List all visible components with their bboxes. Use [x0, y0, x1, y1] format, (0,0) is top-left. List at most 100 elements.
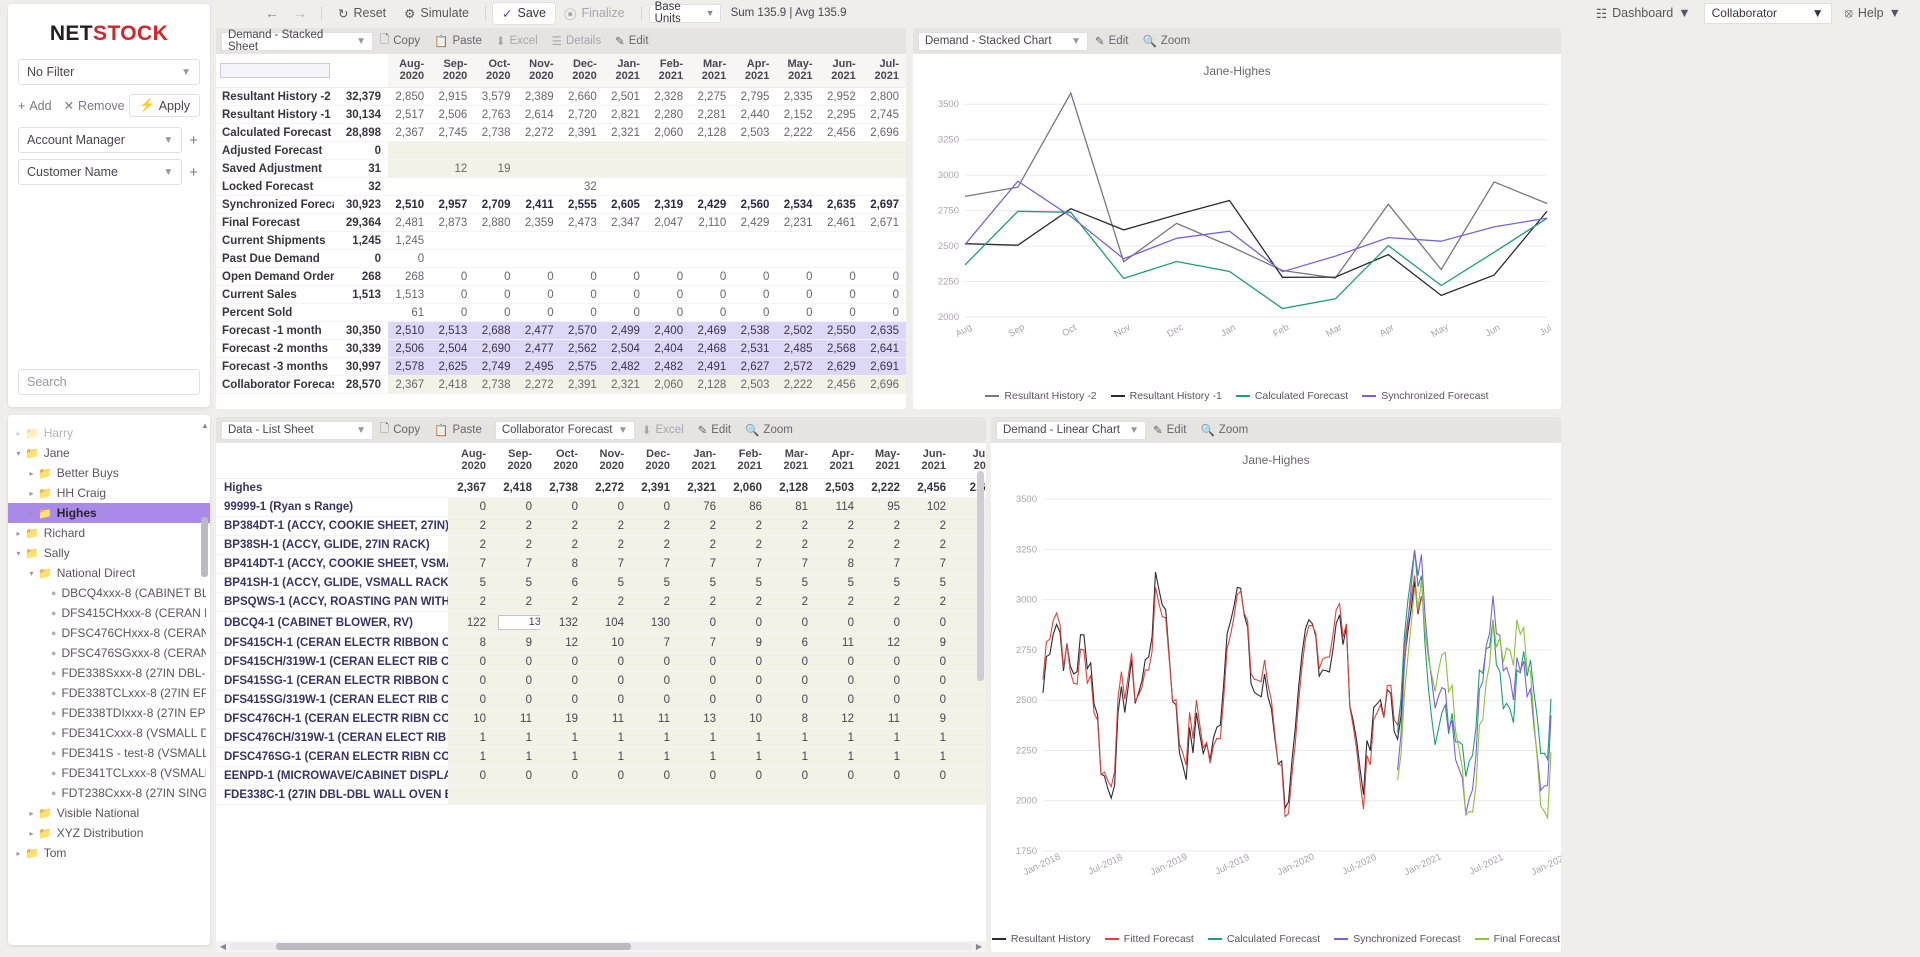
grid-cell[interactable]: 2,506 [388, 339, 432, 358]
list-vertical-scrollbar[interactable] [977, 469, 984, 909]
grid-cell[interactable]: 11 [862, 709, 908, 729]
list-column-header[interactable]: Oct-2020 [540, 443, 586, 479]
grid-cell[interactable]: 2,499 [603, 321, 647, 340]
grid-cell[interactable]: 0 [816, 690, 862, 710]
list-column-header[interactable]: Apr-2021 [816, 443, 862, 479]
grid-cell[interactable]: 2 [494, 592, 540, 612]
grid-cell[interactable]: 2,321 [678, 478, 724, 498]
grid-cell[interactable]: 0 [724, 766, 770, 786]
grid-cell[interactable]: 9 [908, 633, 954, 653]
grid-cell[interactable] [908, 785, 954, 805]
grid-cell[interactable]: 8 [448, 633, 494, 653]
grid-cell[interactable]: 0 [474, 267, 518, 286]
grid-cell[interactable] [448, 785, 494, 805]
grid-cell[interactable]: 2,429 [733, 213, 777, 232]
grid-cell[interactable]: 0 [776, 267, 820, 286]
grid-cell[interactable] [690, 177, 734, 196]
grid-cell[interactable]: 0 [540, 652, 586, 672]
grid-cell[interactable] [862, 141, 906, 160]
grid-cell[interactable] [862, 249, 906, 268]
grid-cell[interactable]: 2,404 [646, 339, 691, 358]
grid-cell[interactable]: 2,391 [560, 375, 604, 394]
grid-cell[interactable]: 0 [770, 652, 816, 672]
grid-cell[interactable]: 0 [690, 267, 734, 286]
grid-cell[interactable]: 0 [770, 671, 816, 691]
table-row[interactable]: Adjusted Forecast 0 [216, 141, 906, 160]
grid-cell[interactable] [517, 231, 561, 250]
grid-cell[interactable]: 2,671 [862, 213, 906, 232]
grid-cell[interactable]: 2,231 [776, 213, 820, 232]
grid-cell[interactable]: 0 [733, 267, 777, 286]
grid-cell[interactable]: 1 [632, 728, 678, 748]
grid-cell[interactable]: 2,538 [733, 321, 777, 340]
grid-cell[interactable]: 2,800 [862, 87, 906, 106]
grid-cell[interactable]: 0 [646, 285, 691, 304]
grid-cell[interactable]: 0 [586, 652, 632, 672]
grid-cell[interactable]: 0 [776, 285, 820, 304]
grid-cell[interactable]: 8 [540, 554, 586, 574]
grid-cell[interactable]: 2,359 [517, 213, 561, 232]
grid-cell[interactable]: 0 [517, 303, 561, 322]
grid-cell[interactable]: 1 [448, 728, 494, 748]
finalize-button[interactable]: ⦿ Finalize [555, 1, 634, 26]
grid-cell[interactable] [724, 785, 770, 805]
grid-cell[interactable]: 2,575 [560, 357, 604, 376]
stacked-sheet-select[interactable]: Demand - Stacked Sheet ▼ [221, 29, 373, 53]
grid-cell[interactable]: 0 [431, 285, 475, 304]
grid-cell[interactable]: 7 [632, 554, 678, 574]
grid-cell[interactable]: 0 [474, 303, 518, 322]
grid-cell[interactable]: 0 [560, 267, 604, 286]
grid-cell[interactable] [776, 249, 820, 268]
tree-node[interactable]: ● FDE341S - test-8 (VSMALL DBL-DBL W [8, 743, 210, 763]
table-row[interactable]: Current Sales 1,513 1,513 0 0 0 0 0 0 0 0 0 0 0 [216, 285, 906, 304]
excel-button[interactable]: ⬇ Excel [489, 32, 545, 50]
grid-cell[interactable]: 2 [494, 516, 540, 536]
grid-cell[interactable] [586, 785, 632, 805]
grid-cell[interactable]: 5 [494, 573, 540, 593]
grid-cell[interactable]: 2,272 [517, 123, 561, 142]
grid-cell[interactable]: 2,502 [776, 321, 820, 340]
grid-cell[interactable]: 0 [517, 285, 561, 304]
save-button[interactable]: ✓ Save [493, 2, 555, 24]
simulate-button[interactable]: ⚙ Simulate [395, 3, 478, 24]
list-item[interactable]: DFSC476CH-1 (CERAN ELECTR RIBN COOKTO)10… [216, 709, 986, 729]
tree-caret-icon[interactable]: ▾ [12, 449, 25, 458]
column-header[interactable]: Jun-2021 [819, 54, 863, 88]
legend-item[interactable]: Synchronized Forecast [1334, 933, 1461, 945]
grid-cell[interactable]: 7 [862, 554, 908, 574]
help-button[interactable]: ⦻ Help ▼ [1836, 3, 1910, 24]
grid-cell[interactable]: 2,690 [474, 339, 518, 358]
grid-cell[interactable]: 2,060 [724, 478, 770, 498]
list-item[interactable]: EENPD-1 (MICROWAVE/CABINET DISPLA) 0 0 0 0 0 0… [216, 766, 986, 786]
grid-cell[interactable]: 1,513 [388, 285, 432, 304]
grid-cell[interactable] [819, 141, 863, 160]
grid-cell[interactable]: 2,745 [862, 105, 906, 124]
grid-cell[interactable]: 8 [816, 554, 862, 574]
grid-cell[interactable]: 0 [908, 690, 954, 710]
grid-cell[interactable]: 12 [431, 159, 475, 178]
units-select[interactable]: Base Units ▼ [648, 1, 721, 25]
grid-cell[interactable]: 2,491 [690, 357, 734, 376]
grid-cell[interactable]: 2 [632, 535, 678, 555]
grid-cell[interactable]: 2,495 [517, 357, 561, 376]
list-sheet-select[interactable]: Data - List Sheet ▼ [221, 420, 373, 440]
grid-cell[interactable]: 0 [603, 303, 647, 322]
grid-cell[interactable]: 0 [862, 671, 908, 691]
grid-cell[interactable] [560, 159, 604, 178]
grid-cell[interactable]: 5 [632, 573, 678, 593]
column-header[interactable]: Aug-2020 [388, 54, 432, 88]
back-icon[interactable]: ← [258, 5, 286, 21]
grid-cell[interactable]: 7 [724, 554, 770, 574]
chart-edit-button[interactable]: ✎ Edit [1088, 32, 1135, 50]
list-column-header[interactable]: Nov-2020 [586, 443, 632, 479]
grid-cell[interactable]: 2 [678, 516, 724, 536]
grid-cell[interactable]: 9 [908, 709, 954, 729]
grid-cell[interactable]: 2,469 [690, 321, 734, 340]
forward-icon[interactable]: → [286, 5, 314, 21]
grid-cell[interactable]: 3,579 [474, 87, 518, 106]
grid-cell[interactable] [517, 249, 561, 268]
grid-cell[interactable]: 2,461 [819, 213, 863, 232]
table-row[interactable]: Forecast -3 months 30,997 2,578 2,625 2,749 2… [216, 357, 906, 376]
tree-node[interactable]: ● DBCQ4xxx-8 (CABINET BLOWER, RV) [8, 583, 210, 603]
grid-cell[interactable]: 2,627 [733, 357, 777, 376]
